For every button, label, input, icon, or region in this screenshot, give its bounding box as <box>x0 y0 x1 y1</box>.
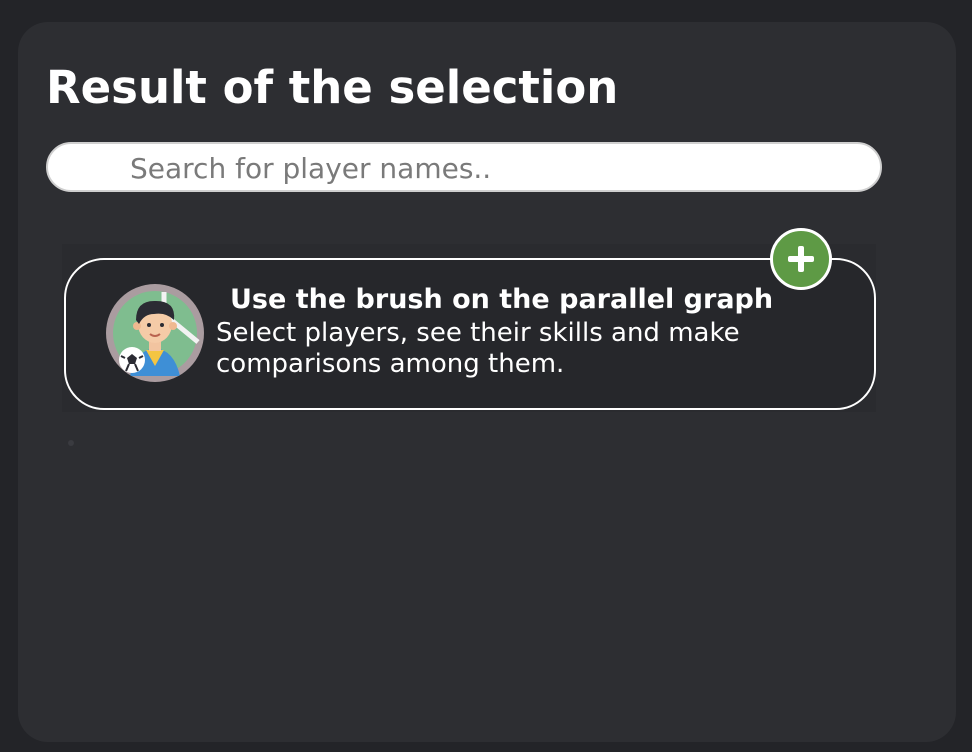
hint-card: Use the brush on the parallel graph Sele… <box>64 258 876 410</box>
plus-icon <box>788 246 814 272</box>
hint-title: Use the brush on the parallel graph <box>230 284 774 315</box>
selection-panel: Result of the selection Search for playe… <box>18 22 956 742</box>
hint-description: Select players, see their skills and mak… <box>216 318 740 379</box>
add-button[interactable] <box>770 228 832 290</box>
search-bar[interactable] <box>46 142 882 192</box>
panel-title: Result of the selection <box>46 61 619 114</box>
search-input[interactable] <box>128 144 872 192</box>
soccer-player-avatar-icon <box>106 284 204 382</box>
scroll-indicator <box>68 440 74 446</box>
